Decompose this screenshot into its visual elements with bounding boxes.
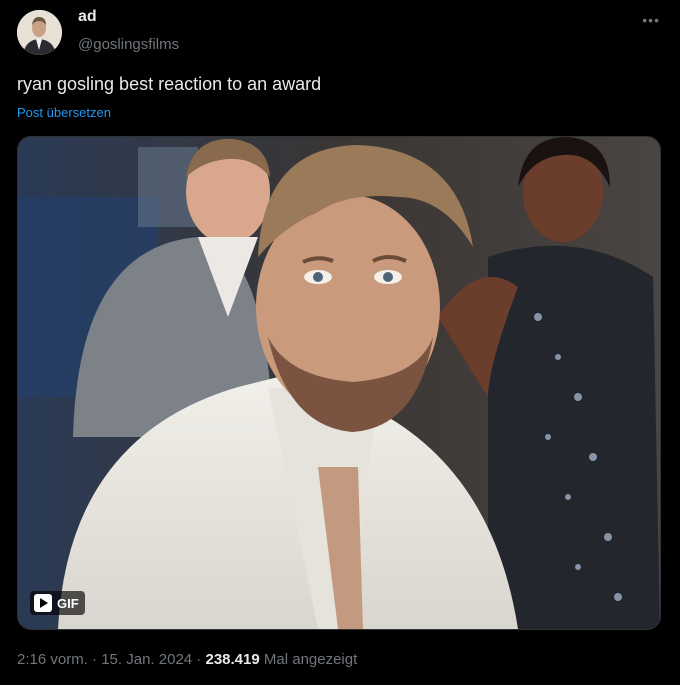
translate-post-link[interactable]: Post übersetzen: [17, 105, 111, 120]
more-horizontal-icon[interactable]: •••: [642, 12, 660, 28]
post-time[interactable]: 2:16 vorm.: [17, 651, 88, 668]
view-count: 238.419: [205, 651, 260, 668]
view-count-label: Mal angezeigt: [259, 651, 358, 668]
post-text: ryan gosling best reaction to an award: [17, 74, 322, 94]
post-date[interactable]: 15. Jan. 2024: [101, 651, 192, 668]
meta-separator: ·: [192, 651, 206, 668]
gif-media[interactable]: GIF: [17, 136, 661, 630]
gif-badge[interactable]: GIF: [30, 591, 85, 615]
author-handle[interactable]: @goslingsfilms: [78, 36, 179, 53]
author-avatar[interactable]: [17, 10, 62, 55]
author-display-name[interactable]: ad: [78, 8, 97, 26]
play-icon[interactable]: [34, 594, 52, 612]
gif-label: GIF: [57, 595, 79, 611]
post-metadata: 2:16 vorm. · 15. Jan. 2024 · 238.419 Mal…: [17, 651, 357, 668]
meta-separator: ·: [87, 651, 102, 668]
gif-frame-image: [18, 137, 660, 629]
